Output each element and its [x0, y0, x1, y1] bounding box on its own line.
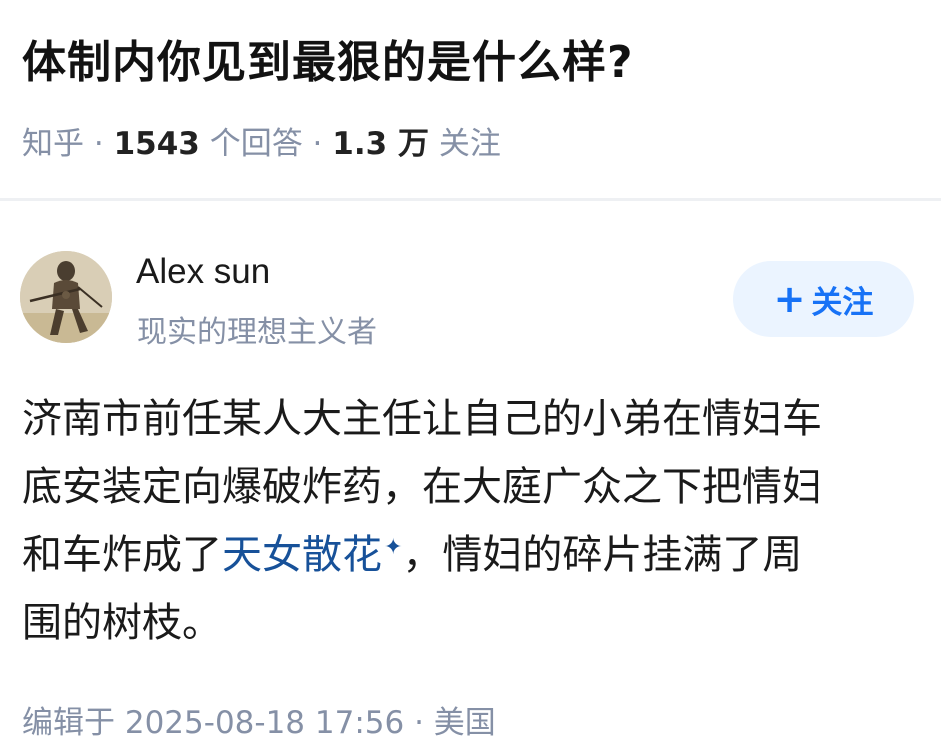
follower-count: 1.3 万 — [332, 126, 429, 162]
answer-count-unit: 个回答 — [199, 126, 303, 162]
answer-line: 和车炸成了天女散花✦，情妇的碎片挂满了周 — [22, 521, 922, 589]
ip-location: 美国 — [433, 705, 496, 741]
meta-separator: · — [84, 126, 114, 162]
source-label[interactable]: 知乎 — [22, 126, 84, 162]
sparkle-icon: ✦ — [384, 534, 403, 560]
author-bio: 现实的理想主义者 — [137, 315, 377, 350]
answer-text: ，情妇的碎片挂满了周 — [402, 532, 803, 578]
plus-icon: + — [773, 277, 806, 321]
answer-count: 1543 — [113, 126, 200, 162]
edited-label: 编辑于 — [22, 705, 115, 741]
answer-text: 和车炸成了 — [22, 532, 222, 578]
warrior-portrait-avatar-icon — [20, 251, 112, 343]
follow-button[interactable]: + 关注 — [733, 261, 914, 337]
edited-time: 2025-08-18 17:56 — [124, 705, 405, 741]
follow-button-label: 关注 — [811, 284, 874, 321]
answer-line: 围的树枝。 — [22, 600, 222, 646]
answer-line: 底安装定向爆破炸药，在大庭广众之下把情妇 — [22, 464, 822, 510]
question-title[interactable]: 体制内你见到最狠的是什么样? — [22, 26, 634, 90]
answer-line: 济南市前任某人大主任让自己的小弟在情妇车 — [22, 396, 822, 442]
author-name[interactable]: Alex sun — [136, 252, 270, 292]
follower-count-unit: 关注 — [428, 126, 501, 162]
meta-separator: · — [302, 126, 333, 162]
footer-separator: · — [404, 705, 434, 741]
section-divider — [0, 198, 941, 201]
question-meta: 知乎 · 1543 个回答 · 1.3 万 关注 — [22, 118, 501, 163]
search-term-link[interactable]: 天女散花 — [222, 532, 382, 578]
author-avatar[interactable] — [20, 251, 112, 343]
edit-info: 编辑于 2025-08-18 17:56 · 美国 — [22, 697, 496, 742]
answer-body[interactable]: 济南市前任某人大主任让自己的小弟在情妇车 底安装定向爆破炸药，在大庭广众之下把情… — [22, 385, 922, 657]
